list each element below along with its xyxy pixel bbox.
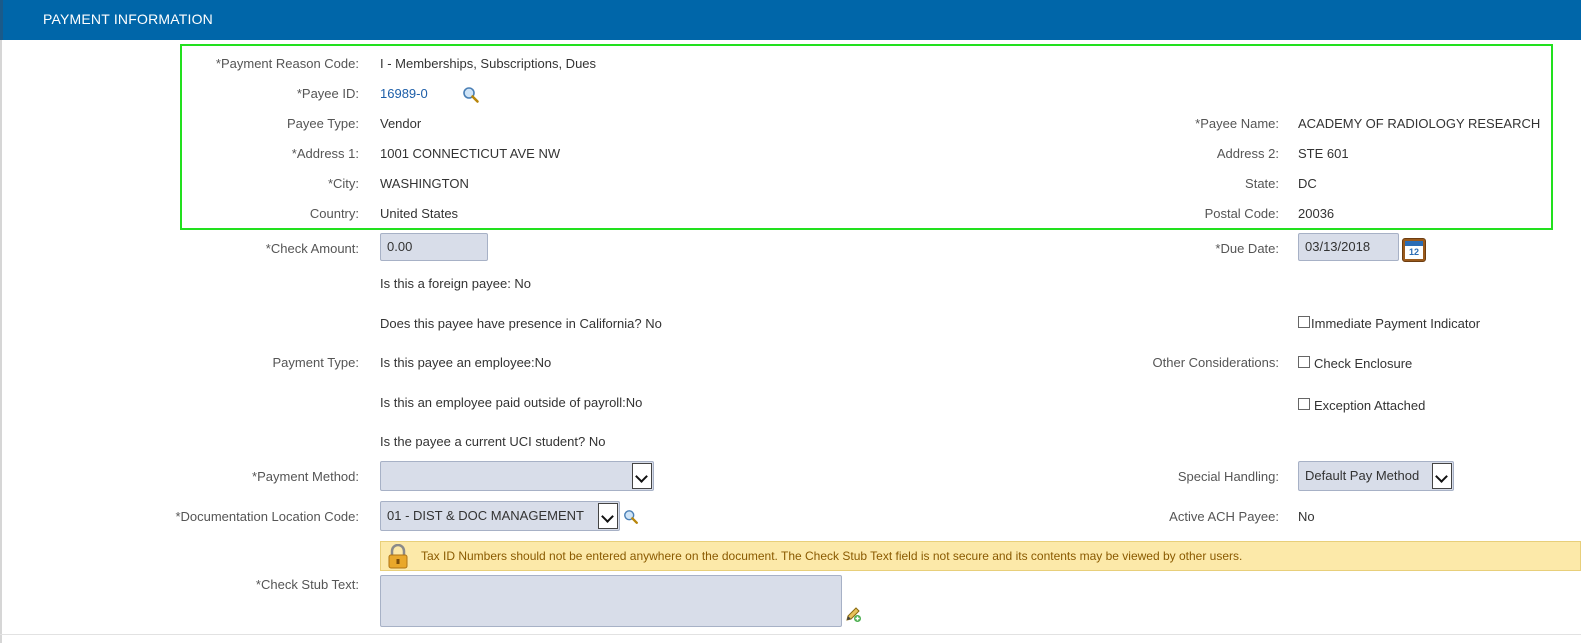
payee-name-value: ACADEMY OF RADIOLOGY RESEARCH [1298, 116, 1541, 131]
doc-location-label: *Documentation Location Code: [175, 509, 359, 524]
uci-student-text: Is the payee a current UCI student? No [380, 434, 606, 449]
due-date-input[interactable]: 03/13/2018 [1298, 233, 1399, 261]
exception-attached-checkbox[interactable] [1298, 398, 1310, 410]
payment-method-select[interactable] [380, 461, 654, 491]
check-stub-textarea[interactable] [380, 575, 842, 627]
payee-type-value: Vendor [380, 116, 422, 131]
active-ach-value: No [1298, 509, 1315, 524]
check-enclosure-checkbox[interactable] [1298, 356, 1310, 368]
address2-value: STE 601 [1298, 146, 1349, 161]
check-enclosure-label: Check Enclosure [1314, 356, 1413, 371]
address1-value: 1001 CONNECTICUT AVE NW [380, 146, 561, 161]
address2-label: Address 2: [1216, 146, 1279, 161]
payee-details-highlight [180, 44, 1553, 230]
state-label: State: [1245, 176, 1279, 191]
postal-code-value: 20036 [1298, 206, 1335, 221]
country-label: Country: [309, 206, 359, 221]
frame-border [0, 40, 2, 643]
doc-location-select[interactable]: 01 - DIST & DOC MANAGEMENT [380, 501, 620, 531]
due-date-label: *Due Date: [1215, 241, 1279, 256]
address1-label: *Address 1: [291, 146, 359, 161]
postal-code-label: Postal Code: [1204, 206, 1279, 221]
check-amount-input[interactable]: 0.00 [380, 233, 488, 261]
chevron-down-icon[interactable] [598, 503, 618, 529]
chevron-down-icon[interactable] [632, 463, 652, 489]
tax-id-warning: Tax ID Numbers should not be entered any… [380, 541, 1581, 571]
other-considerations-label: Other Considerations: [1152, 355, 1279, 370]
employee-text: Is this payee an employee:No [380, 355, 552, 370]
foreign-payee-text: Is this a foreign payee: No [380, 276, 532, 291]
payment-type-label: Payment Type: [272, 355, 359, 370]
check-amount-label: *Check Amount: [265, 241, 359, 256]
section-title: PAYMENT INFORMATION [43, 11, 213, 27]
city-label: *City: [327, 176, 359, 191]
california-presence-text: Does this payee have presence in Califor… [380, 316, 662, 331]
section-header: PAYMENT INFORMATION [0, 0, 1581, 40]
country-value: United States [380, 206, 459, 221]
search-icon[interactable] [623, 509, 639, 525]
special-handling-select[interactable]: Default Pay Method [1298, 461, 1454, 491]
active-ach-label: Active ACH Payee: [1169, 509, 1279, 524]
payee-id-label: *Payee ID: [296, 86, 359, 101]
special-handling-value: Default Pay Method [1305, 468, 1420, 483]
search-icon[interactable] [462, 86, 480, 104]
employee-outside-payroll-text: Is this an employee paid outside of payr… [380, 395, 643, 410]
payment-method-label: *Payment Method: [252, 469, 359, 484]
frame-bottom-border [0, 634, 1581, 635]
payee-type-label: Payee Type: [286, 116, 359, 131]
state-value: DC [1298, 176, 1317, 191]
immediate-payment-checkbox[interactable] [1298, 316, 1310, 328]
check-stub-label: *Check Stub Text: [255, 577, 359, 592]
calendar-icon[interactable]: 12 [1402, 238, 1426, 262]
payee-name-label: *Payee Name: [1195, 116, 1279, 131]
payment-reason-code-label: *Payment Reason Code: [215, 56, 359, 71]
chevron-down-icon[interactable] [1432, 463, 1452, 489]
exception-attached-label: Exception Attached [1314, 398, 1426, 413]
payment-reason-code-value: I - Memberships, Subscriptions, Dues [380, 56, 597, 71]
lock-icon [387, 543, 409, 570]
immediate-payment-label: Immediate Payment Indicator [1311, 316, 1481, 331]
edit-pencil-icon[interactable] [845, 606, 862, 626]
city-value: WASHINGTON [380, 176, 469, 191]
payee-id-link[interactable]: 16989-0 [380, 86, 428, 101]
warning-text: Tax ID Numbers should not be entered any… [421, 549, 1243, 563]
doc-location-value: 01 - DIST & DOC MANAGEMENT [387, 508, 584, 523]
special-handling-label: Special Handling: [1177, 469, 1279, 484]
